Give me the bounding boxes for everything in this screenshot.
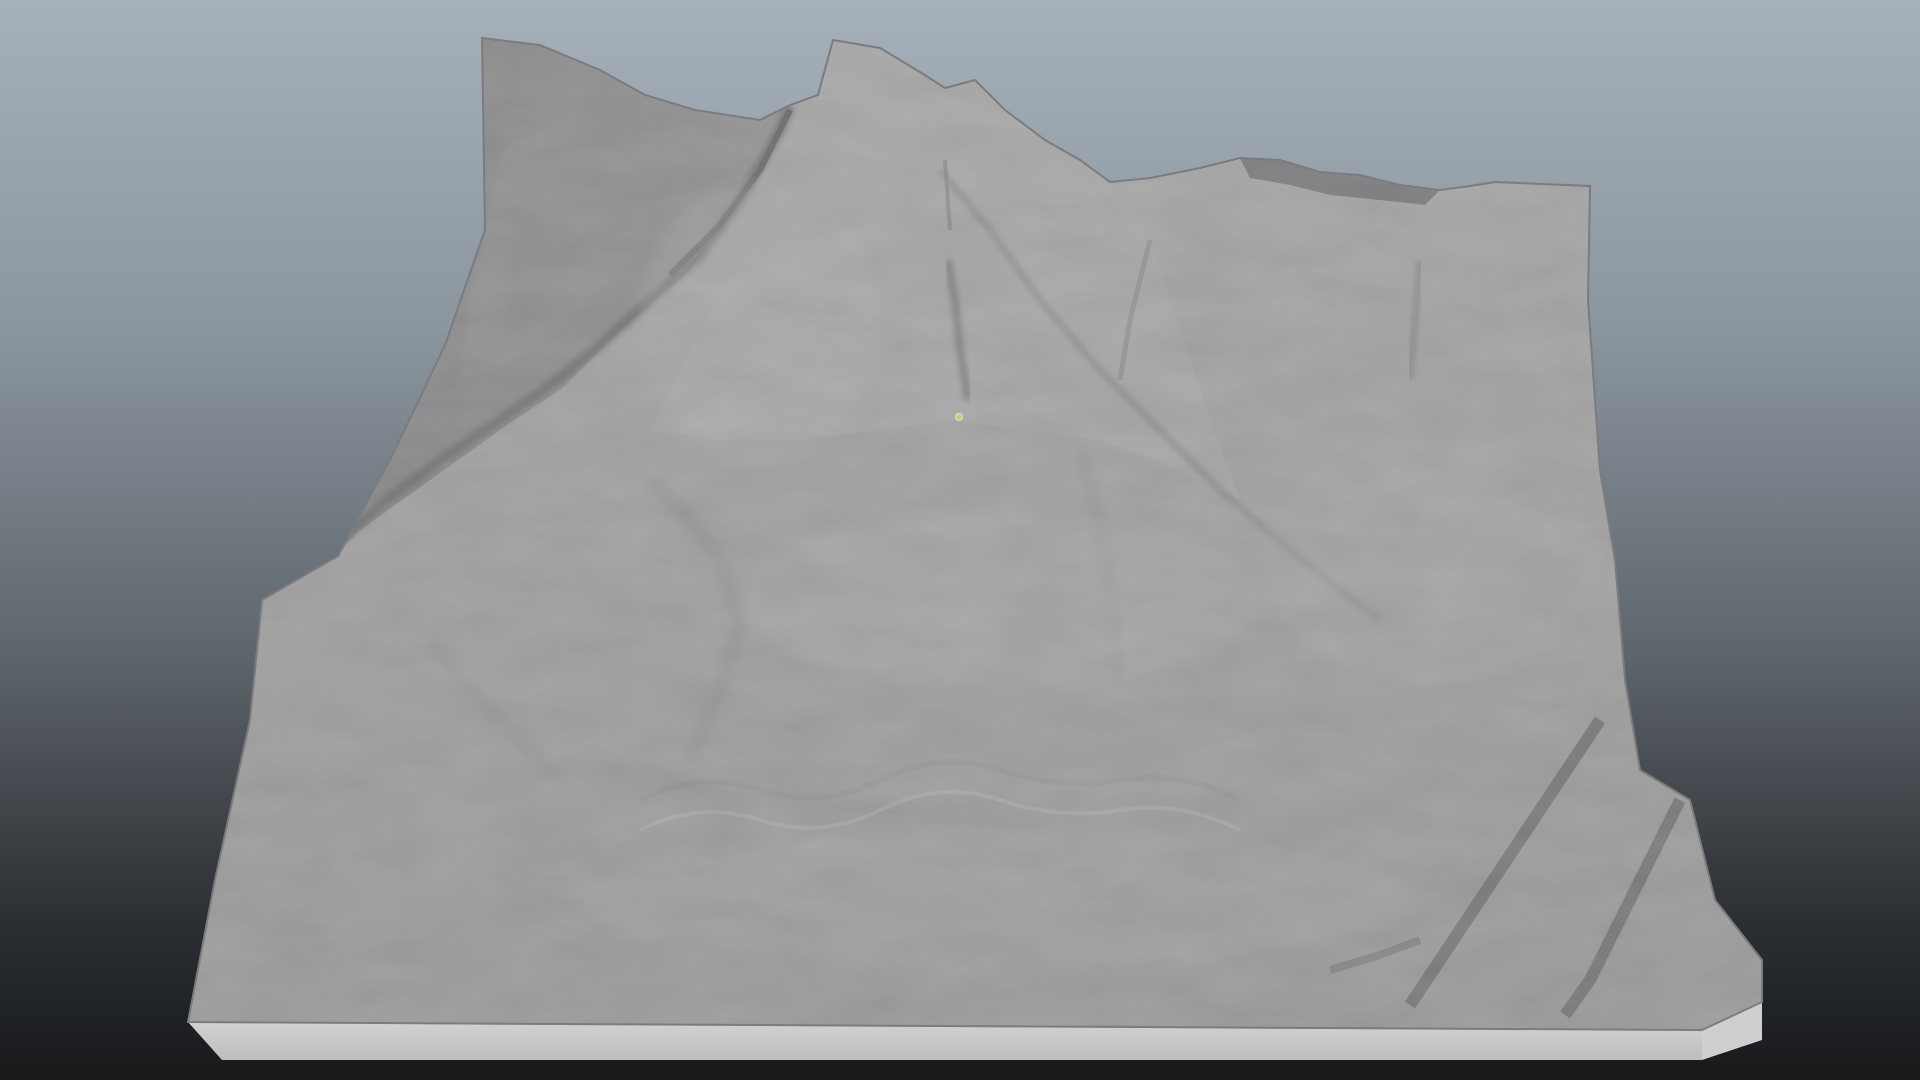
terrain-mesh[interactable] bbox=[0, 0, 1920, 1080]
pivot-point-icon[interactable] bbox=[955, 413, 963, 421]
terrain-surface bbox=[188, 38, 1762, 1030]
3d-viewport[interactable] bbox=[0, 0, 1920, 1080]
